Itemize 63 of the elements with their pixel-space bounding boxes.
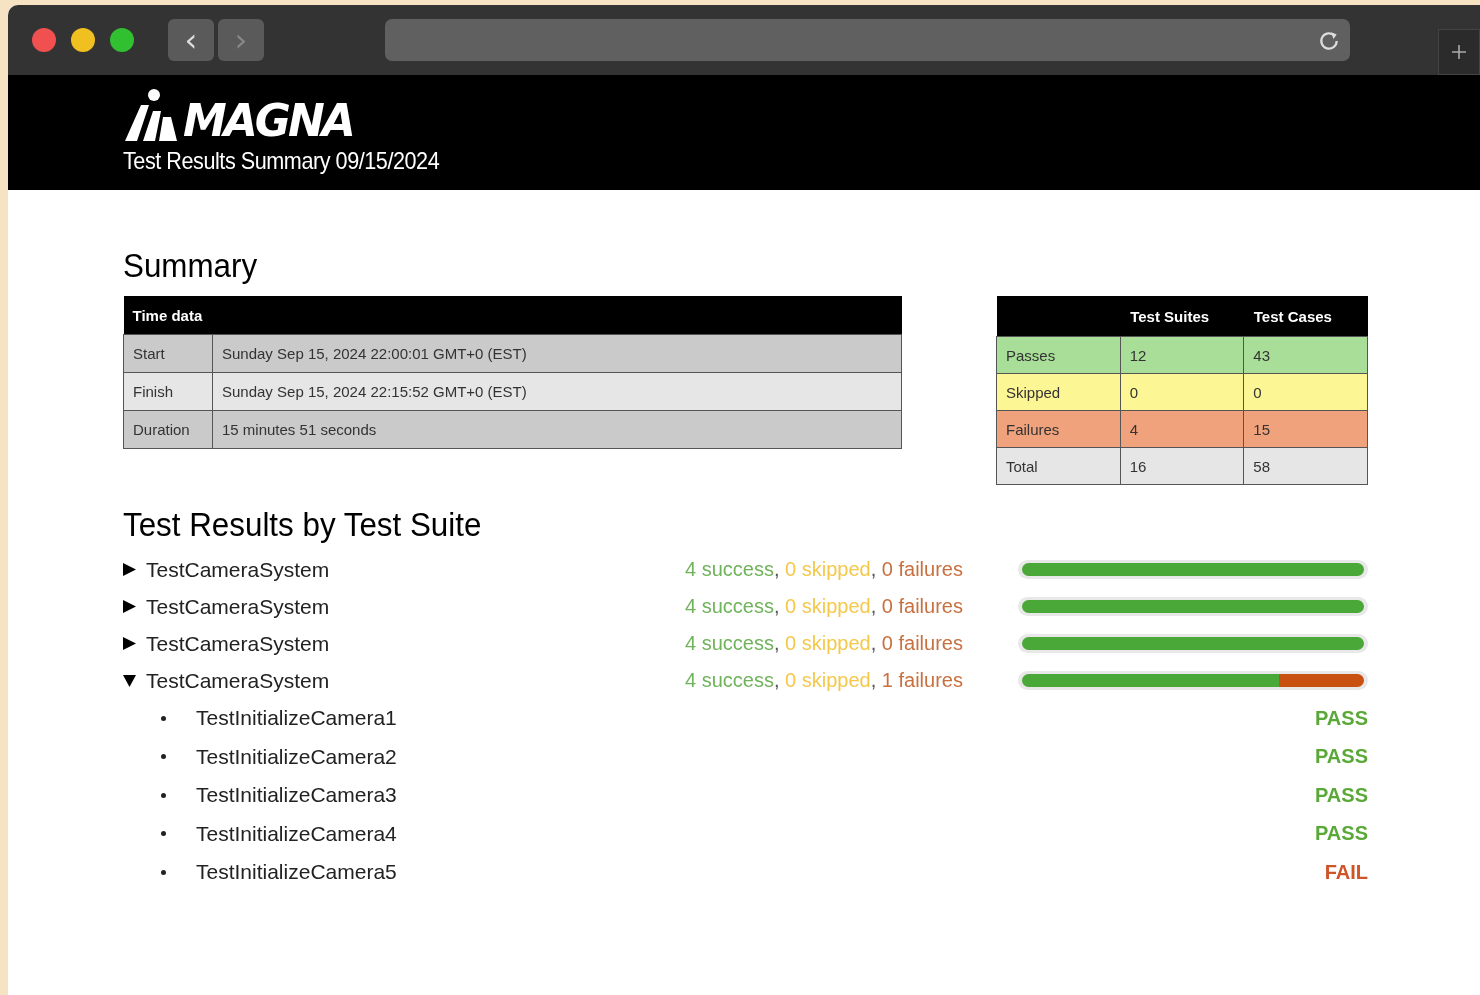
suite-counts: 4 success, 0 skipped, 0 failures	[685, 632, 964, 655]
bullet-icon	[161, 831, 166, 837]
test-name: TestInitializeCamera4	[196, 821, 398, 846]
new-tab-button[interactable]	[1438, 29, 1480, 75]
bullet-icon	[161, 754, 166, 760]
collapse-arrow-icon[interactable]	[123, 674, 136, 687]
table-cell: Passes	[996, 336, 1121, 374]
table-cell: 16	[1120, 447, 1244, 485]
table-cell: Skipped	[996, 373, 1121, 411]
expand-arrow-icon[interactable]	[123, 637, 136, 650]
table-cell: 0	[1120, 373, 1244, 411]
suite-toggle[interactable]: TestCameraSystem	[123, 594, 685, 619]
test-status: PASS	[1315, 745, 1368, 769]
section-heading: Summary	[123, 246, 258, 286]
test-status: PASS	[1315, 706, 1368, 730]
table-cell: Failures	[996, 410, 1121, 448]
table-cell: Total	[996, 447, 1121, 485]
bullet-icon	[161, 715, 166, 721]
table-cell: 15	[1243, 410, 1368, 448]
suite-name[interactable]: TestCameraSystem	[146, 557, 330, 582]
report-title: Test Results Summary 09/15/2024	[123, 147, 441, 175]
suite-name[interactable]: TestCameraSystem	[146, 631, 330, 656]
table-cell: Duration	[123, 410, 213, 449]
test-status: PASS	[1315, 783, 1368, 807]
suite-toggle[interactable]: TestCameraSystem	[123, 557, 685, 582]
back-button[interactable]: ‹	[168, 19, 214, 61]
window-zoom-button[interactable]	[110, 28, 134, 52]
suite-name[interactable]: TestCameraSystem	[146, 594, 330, 619]
expand-arrow-icon[interactable]	[123, 600, 136, 613]
table-header: Test Suites	[1120, 296, 1244, 337]
logo-wordmark: MAGNA	[183, 99, 353, 143]
suite-toggle[interactable]: TestCameraSystem	[123, 631, 685, 656]
bullet-icon	[161, 792, 166, 798]
test-name: TestInitializeCamera2	[196, 744, 398, 769]
test-name: TestInitializeCamera5	[196, 860, 398, 885]
table-cell: Sunday Sep 15, 2024 22:00:01 GMT+0 (EST)	[212, 334, 902, 373]
window-minimize-button[interactable]	[71, 28, 95, 52]
logo-mark-icon	[123, 87, 179, 143]
table-cell: Start	[123, 334, 213, 373]
test-status: PASS	[1315, 822, 1368, 846]
suite-counts: 4 success, 0 skipped, 0 failures	[685, 558, 964, 581]
suite-counts: 4 success, 0 skipped, 0 failures	[685, 595, 964, 618]
table-cell: 43	[1243, 336, 1368, 374]
test-name: TestInitializeCamera3	[196, 783, 398, 808]
reload-icon[interactable]	[1318, 29, 1341, 51]
suite-toggle[interactable]: TestCameraSystem	[123, 668, 685, 693]
table-cell: Finish	[123, 372, 213, 411]
section-heading: Test Results by Test Suite	[123, 505, 482, 545]
table-cell: Sunday Sep 15, 2024 22:15:52 GMT+0 (EST)	[212, 372, 902, 411]
window-close-button[interactable]	[32, 28, 56, 52]
test-name: TestInitializeCamera1	[196, 706, 398, 731]
expand-arrow-icon[interactable]	[123, 563, 136, 576]
suite-name[interactable]: TestCameraSystem	[146, 668, 330, 693]
table-header: Time data	[123, 296, 902, 335]
bullet-icon	[161, 869, 166, 875]
table-cell: 12	[1120, 336, 1244, 374]
table-cell: 4	[1120, 410, 1244, 448]
table-cell: 15 minutes 51 seconds	[212, 410, 902, 449]
table-cell: 0	[1243, 373, 1368, 411]
table-header: Test Cases	[1243, 296, 1368, 337]
test-status: FAIL	[1324, 860, 1368, 884]
table-cell: 58	[1243, 447, 1368, 485]
suite-counts: 4 success, 0 skipped, 1 failures	[685, 669, 964, 692]
